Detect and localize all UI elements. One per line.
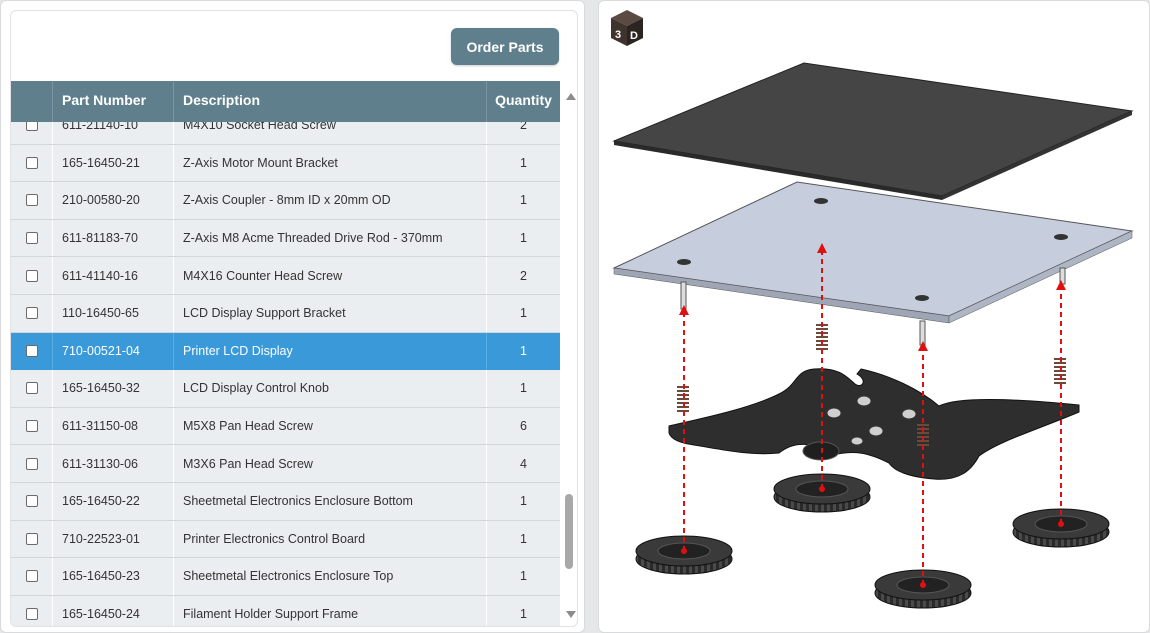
description-cell: Sheetmetal Electronics Enclosure Bottom	[174, 483, 487, 520]
row-checkbox[interactable]	[25, 156, 38, 169]
heated-bed-plate[interactable]	[612, 181, 1134, 324]
description-cell: Printer LCD Display	[174, 332, 487, 370]
parts-list-card: Order Parts Part Number Description Quan…	[10, 10, 578, 627]
description-cell: LCD Display Control Knob	[174, 370, 487, 407]
row-checkbox[interactable]	[25, 608, 38, 621]
header-description[interactable]: Description	[174, 81, 487, 122]
description-cell: Z-Axis Coupler - 8mm ID x 20mm OD	[174, 182, 487, 219]
table-row[interactable]: 165-16450-21 Z-Axis Motor Mount Bracket 1	[11, 144, 560, 183]
row-checkbox[interactable]	[25, 307, 38, 320]
header-part-number[interactable]: Part Number	[53, 81, 174, 122]
quantity-cell: 4	[520, 456, 527, 471]
table-row[interactable]: 611-41140-16 M4X16 Counter Head Screw 2	[11, 257, 560, 295]
row-select-cell	[11, 219, 53, 257]
quantity-cell: 1	[520, 569, 527, 584]
3d-viewer-panel[interactable]: 3 D	[598, 0, 1150, 633]
part-number-cell: 611-31130-06	[53, 445, 174, 482]
row-checkbox[interactable]	[25, 194, 38, 207]
part-number-cell: 710-00521-04	[53, 332, 174, 370]
row-checkbox[interactable]	[25, 457, 38, 470]
part-number-cell: 611-31150-08	[53, 407, 174, 445]
row-checkbox[interactable]	[25, 420, 38, 433]
quantity-cell: 1	[520, 193, 527, 208]
quantity-cell: 1	[520, 607, 527, 622]
description-cell: M4X16 Counter Head Screw	[174, 257, 487, 294]
row-checkbox[interactable]	[25, 495, 38, 508]
table-row[interactable]: 710-00521-04 Printer LCD Display 1	[11, 332, 560, 371]
scroll-down-arrow-icon[interactable]	[566, 611, 576, 618]
table-row[interactable]: 210-00580-20 Z-Axis Coupler - 8mm ID x 20…	[11, 182, 560, 220]
quantity-cell: 1	[520, 531, 527, 546]
exploded-assembly-view[interactable]	[599, 1, 1150, 633]
table-row[interactable]: 611-31130-06 M3X6 Pan Head Screw 4	[11, 445, 560, 483]
y-carriage-bracket[interactable]	[668, 368, 1080, 480]
table-row[interactable]: 611-81183-70 Z-Axis M8 Acme Threaded Driv…	[11, 219, 560, 258]
scroll-up-arrow-icon[interactable]	[566, 93, 576, 100]
header-quantity[interactable]: Quantity	[487, 81, 560, 122]
quantity-cell: 1	[520, 231, 527, 246]
table-row[interactable]: 110-16450-65 LCD Display Support Bracket 1	[11, 295, 560, 333]
quantity-cell: 6	[520, 419, 527, 434]
row-select-cell	[11, 520, 53, 558]
description-cell: Z-Axis M8 Acme Threaded Drive Rod - 370m…	[174, 219, 487, 257]
description-cell: Z-Axis Motor Mount Bracket	[174, 144, 487, 182]
row-checkbox[interactable]	[25, 232, 38, 245]
quantity-cell: 2	[520, 268, 527, 283]
part-number-cell: 165-16450-32	[53, 370, 174, 407]
row-select-cell	[11, 407, 53, 445]
part-number-cell: 165-16450-21	[53, 144, 174, 182]
description-cell: Printer Electronics Control Board	[174, 520, 487, 558]
part-number-cell: 710-22523-01	[53, 520, 174, 558]
quantity-cell: 1	[520, 343, 527, 358]
row-checkbox[interactable]	[25, 382, 38, 395]
row-select-cell	[11, 558, 53, 595]
row-select-cell	[11, 182, 53, 219]
part-number-cell: 210-00580-20	[53, 182, 174, 219]
part-number-cell: 165-16450-24	[53, 595, 174, 626]
quantity-cell: 1	[520, 494, 527, 509]
table-row[interactable]: 165-16450-23 Sheetmetal Electronics Enclo…	[11, 558, 560, 596]
table-header: Part Number Description Quantity	[11, 81, 560, 122]
order-parts-button[interactable]: Order Parts	[451, 28, 559, 65]
part-number-cell: 165-16450-23	[53, 558, 174, 595]
header-select-column	[11, 81, 53, 122]
row-checkbox[interactable]	[25, 570, 38, 583]
part-number-cell: 611-81183-70	[53, 219, 174, 257]
table-row[interactable]: 710-22523-01 Printer Electronics Control …	[11, 520, 560, 559]
table-row[interactable]: 165-16450-24 Filament Holder Support Fram…	[11, 595, 560, 626]
row-select-cell	[11, 332, 53, 370]
table-row[interactable]: 165-16450-32 LCD Display Control Knob 1	[11, 370, 560, 408]
row-select-cell	[11, 144, 53, 182]
table-row[interactable]: 611-31150-08 M5X8 Pan Head Screw 6	[11, 407, 560, 446]
table-scrollbar[interactable]	[563, 81, 577, 626]
row-select-cell	[11, 595, 53, 626]
row-select-cell	[11, 295, 53, 332]
description-cell: Filament Holder Support Frame	[174, 595, 487, 626]
table-row[interactable]: 165-16450-22 Sheetmetal Electronics Enclo…	[11, 483, 560, 521]
row-select-cell	[11, 370, 53, 407]
parts-table: Part Number Description Quantity 611-211…	[11, 81, 560, 626]
part-number-cell: 611-41140-16	[53, 257, 174, 294]
quantity-cell: 1	[520, 381, 527, 396]
quantity-cell: 1	[520, 155, 527, 170]
row-select-cell	[11, 483, 53, 520]
description-cell: Sheetmetal Electronics Enclosure Top	[174, 558, 487, 595]
part-number-cell: 110-16450-65	[53, 295, 174, 332]
description-cell: M3X6 Pan Head Screw	[174, 445, 487, 482]
build-sheet[interactable]	[612, 62, 1134, 200]
row-checkbox[interactable]	[25, 269, 38, 282]
description-cell: LCD Display Support Bracket	[174, 295, 487, 332]
scrollbar-thumb[interactable]	[565, 494, 573, 569]
row-select-cell	[11, 445, 53, 482]
row-checkbox[interactable]	[25, 344, 38, 357]
row-checkbox[interactable]	[25, 532, 38, 545]
description-cell: M5X8 Pan Head Screw	[174, 407, 487, 445]
part-number-cell: 165-16450-22	[53, 483, 174, 520]
row-select-cell	[11, 257, 53, 294]
parts-list-panel: Order Parts Part Number Description Quan…	[0, 0, 585, 633]
quantity-cell: 1	[520, 306, 527, 321]
